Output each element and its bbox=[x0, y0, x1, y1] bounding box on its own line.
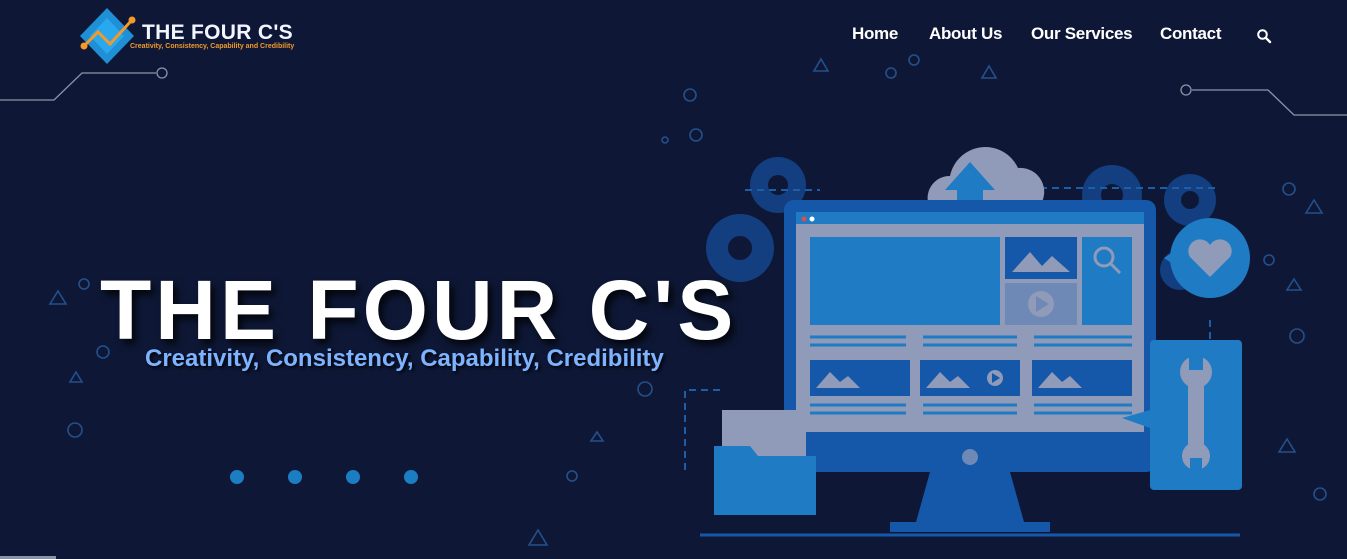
nav-item-about-us[interactable]: About Us bbox=[929, 24, 1002, 44]
logo-tagline: Creativity, Consistency, Capability and … bbox=[130, 43, 295, 50]
logo-mark-icon bbox=[80, 8, 136, 64]
search-icon[interactable] bbox=[1256, 28, 1272, 44]
nav-item-contact[interactable]: Contact bbox=[1160, 24, 1221, 44]
hero-subtitle: Creativity, Consistency, Capability, Cre… bbox=[145, 345, 664, 372]
slide-dot-4[interactable] bbox=[404, 470, 418, 484]
nav-item-our-services[interactable]: Our Services bbox=[1031, 24, 1133, 44]
nav-item-home[interactable]: Home bbox=[852, 24, 898, 44]
hero-computer-illustration bbox=[684, 147, 1250, 537]
slide-dot-1[interactable] bbox=[230, 470, 244, 484]
logo-title: THE FOUR C'S bbox=[142, 21, 293, 44]
site-logo[interactable]: THE FOUR C'S Creativity, Consistency, Ca… bbox=[76, 6, 306, 66]
slide-dot-3[interactable] bbox=[346, 470, 360, 484]
slide-dot-2[interactable] bbox=[288, 470, 302, 484]
